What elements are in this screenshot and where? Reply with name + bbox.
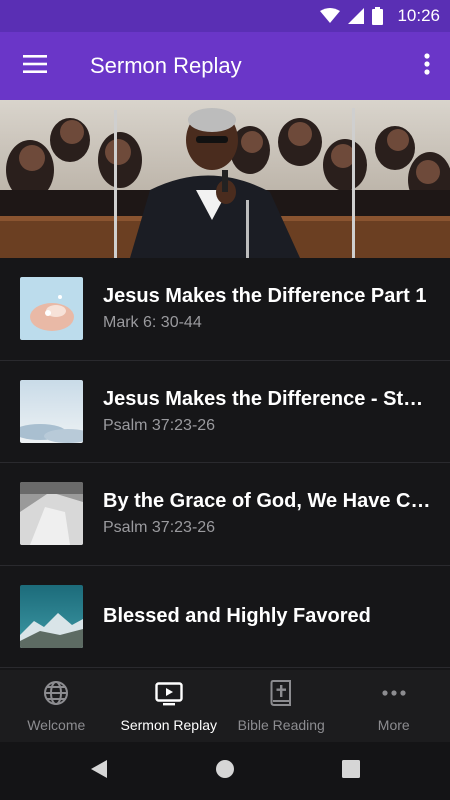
globe-icon bbox=[43, 680, 69, 711]
sermon-thumbnail bbox=[20, 379, 83, 443]
sermon-title: By the Grace of God, We Have Come... bbox=[103, 490, 432, 513]
nav-label-welcome: Welcome bbox=[27, 716, 86, 733]
more-vert-icon bbox=[424, 52, 430, 80]
system-navigation-bar bbox=[0, 742, 450, 800]
list-item[interactable]: Blessed and Highly Favored bbox=[0, 566, 450, 668]
list-item[interactable]: By the Grace of God, We Have Come... Psa… bbox=[0, 463, 450, 566]
battery-icon bbox=[372, 7, 384, 25]
sermon-title: Blessed and Highly Favored bbox=[103, 604, 371, 627]
nav-tab-bible-reading[interactable]: Bible Reading bbox=[225, 670, 338, 742]
nav-label-more: More bbox=[377, 716, 410, 733]
sermon-thumbnail bbox=[20, 277, 83, 341]
overflow-menu-button[interactable] bbox=[404, 32, 450, 100]
sermon-scripture: Psalm 37:23-26 bbox=[103, 416, 216, 434]
sermon-list: Jesus Makes the Difference Part 1 Mark 6… bbox=[0, 258, 450, 670]
hamburger-icon bbox=[23, 54, 47, 78]
sermon-thumbnail bbox=[20, 482, 83, 546]
hamburger-menu-button[interactable] bbox=[0, 32, 70, 100]
recents-square-icon bbox=[342, 759, 360, 783]
sermon-scripture: Mark 6: 30-44 bbox=[103, 314, 202, 332]
home-circle-icon bbox=[215, 759, 235, 784]
nav-tab-sermon-replay[interactable]: Sermon Replay bbox=[113, 670, 226, 742]
nav-tab-welcome[interactable]: Welcome bbox=[0, 670, 113, 742]
nav-label-sermon-replay: Sermon Replay bbox=[120, 716, 218, 733]
page-title: Sermon Replay bbox=[90, 53, 242, 78]
bottom-navigation: Welcome Sermon Replay Bible Reading More bbox=[0, 670, 450, 742]
sermon-title: Jesus Makes the Difference Part 1 bbox=[103, 285, 427, 308]
app-bar: Sermon Replay bbox=[0, 32, 450, 100]
sermon-title: Jesus Makes the Difference - Story... bbox=[103, 387, 432, 410]
tv-play-icon bbox=[155, 680, 183, 711]
system-recents-button[interactable] bbox=[331, 751, 371, 791]
system-home-button[interactable] bbox=[205, 751, 245, 791]
wifi-icon bbox=[320, 8, 341, 24]
more-dots-icon bbox=[381, 680, 407, 711]
cell-signal-icon bbox=[348, 8, 365, 24]
list-item[interactable]: Jesus Makes the Difference - Story... Ps… bbox=[0, 361, 450, 463]
system-back-button[interactable] bbox=[79, 751, 119, 791]
nav-tab-more[interactable]: More bbox=[338, 670, 450, 742]
back-triangle-icon bbox=[90, 759, 108, 784]
sermon-thumbnail bbox=[20, 584, 83, 648]
bible-icon bbox=[270, 679, 292, 711]
nav-label-bible-reading: Bible Reading bbox=[237, 716, 325, 733]
status-time: 10:26 bbox=[397, 6, 440, 25]
sermon-scripture: Psalm 37:23-26 bbox=[103, 519, 216, 537]
list-item[interactable]: Jesus Makes the Difference Part 1 Mark 6… bbox=[0, 258, 450, 361]
status-bar: 10:26 bbox=[0, 0, 450, 32]
hero-image bbox=[0, 100, 450, 258]
